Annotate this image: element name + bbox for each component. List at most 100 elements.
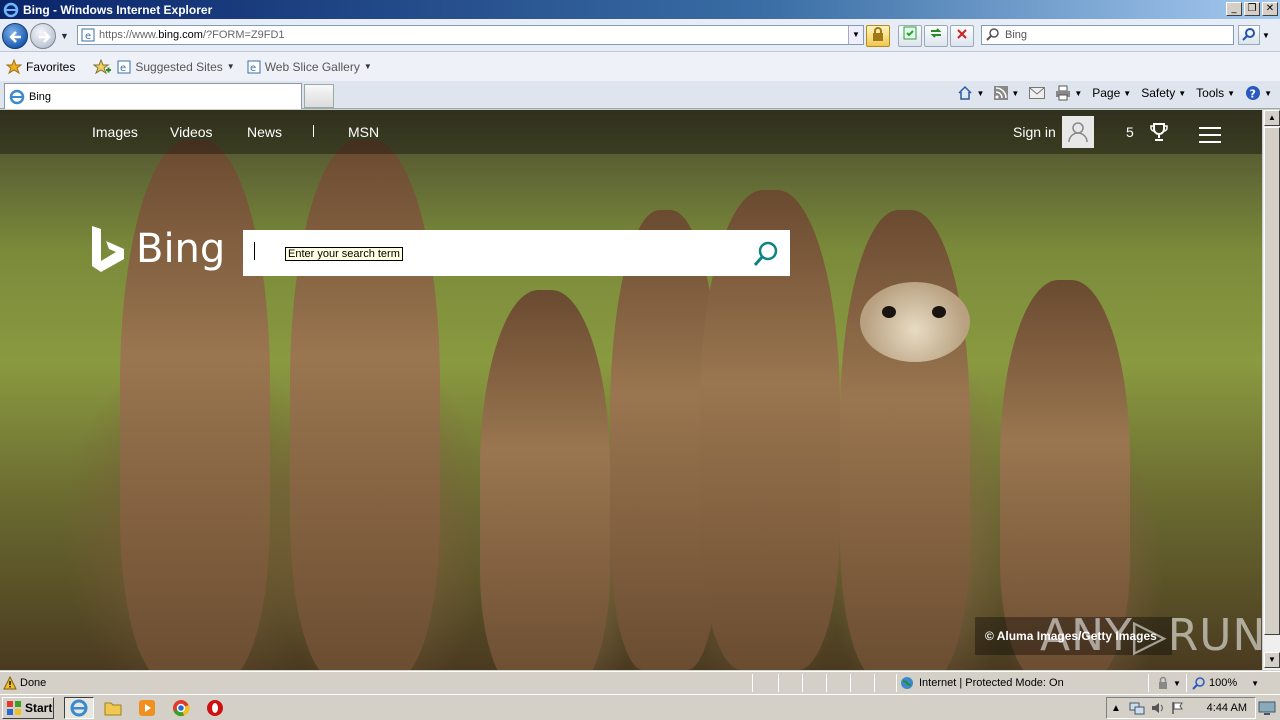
search-options-dropdown-icon[interactable]: ▼	[1262, 31, 1270, 40]
nav-images-link[interactable]: Images	[92, 124, 138, 140]
ie-page-icon: e	[117, 60, 131, 74]
show-hidden-icons-icon[interactable]: ▲	[1111, 703, 1121, 714]
stop-icon	[957, 29, 967, 39]
recent-pages-dropdown-icon[interactable]: ▼	[60, 31, 69, 41]
system-clock[interactable]: 4:44 AM	[1207, 702, 1247, 714]
page-menu-label: Page	[1092, 86, 1121, 100]
system-tray: ▲ 4:44 AM	[1106, 697, 1256, 719]
page-menu[interactable]: Page ▼	[1092, 86, 1131, 100]
trophy-icon[interactable]	[1150, 122, 1168, 142]
status-divider	[874, 674, 875, 692]
chevron-down-icon: ▼	[1011, 88, 1020, 98]
zoom-control[interactable]: 100% ▼	[1192, 676, 1259, 690]
minimize-button[interactable]: _	[1226, 2, 1242, 16]
refresh-button[interactable]	[924, 25, 948, 47]
taskbar-opera-button[interactable]	[200, 697, 230, 719]
zoom-icon	[1192, 677, 1205, 690]
taskbar-media-player-button[interactable]	[132, 697, 162, 719]
add-favorite-icon	[93, 58, 112, 74]
safety-menu[interactable]: Safety ▼	[1141, 86, 1186, 100]
search-icon[interactable]	[752, 240, 780, 268]
tools-menu[interactable]: Tools ▼	[1196, 86, 1235, 100]
nav-msn-link[interactable]: MSN	[348, 124, 379, 140]
scroll-up-button[interactable]: ▲	[1264, 110, 1280, 126]
status-divider	[778, 674, 779, 692]
taskbar-ie-button[interactable]	[64, 697, 94, 719]
globe-icon	[901, 677, 913, 689]
bing-wordmark: Bing	[136, 226, 226, 272]
vertical-scrollbar[interactable]: ▲ ▼	[1262, 110, 1280, 670]
network-icon[interactable]	[1129, 701, 1145, 715]
security-zone-label: Internet | Protected Mode: On	[919, 677, 1064, 689]
tools-menu-label: Tools	[1196, 86, 1225, 100]
home-button[interactable]: ▼	[957, 85, 984, 101]
desktop-icon	[1258, 701, 1276, 715]
add-to-favorites-bar-button[interactable]	[93, 58, 112, 75]
status-divider	[826, 674, 827, 692]
windows-logo-icon	[7, 701, 21, 715]
menu-icon[interactable]	[1199, 127, 1221, 148]
start-button[interactable]: Start	[2, 697, 54, 719]
sign-in-link[interactable]: Sign in	[1013, 124, 1056, 140]
chevron-down-icon: ▼	[1178, 88, 1187, 98]
address-field[interactable]: e https://www.bing.com/?FORM=Z9FD1 ▼	[77, 25, 864, 45]
scroll-thumb[interactable]	[1264, 127, 1280, 635]
status-divider	[1186, 674, 1187, 692]
back-button[interactable]	[2, 23, 28, 49]
action-center-flag-icon[interactable]	[1171, 701, 1185, 715]
meerkat-shape	[120, 140, 270, 670]
web-slice-gallery-button[interactable]: e Web Slice Gallery ▼	[247, 60, 372, 74]
chevron-down-icon: ▼	[363, 62, 372, 71]
mail-icon	[1029, 87, 1046, 99]
print-button[interactable]: ▼	[1055, 85, 1082, 101]
bing-logo[interactable]: Bing	[90, 224, 225, 274]
volume-icon[interactable]	[1151, 701, 1165, 715]
read-mail-button[interactable]	[1029, 87, 1046, 99]
favorites-button[interactable]: Favorites	[6, 58, 75, 75]
help-menu[interactable]: ? ▼	[1245, 85, 1272, 101]
window-title-bar: Bing - Windows Internet Explorer _ ❐ ✕	[0, 0, 1280, 19]
suggested-sites-label: Suggested Sites	[135, 59, 223, 74]
security-report-button[interactable]	[866, 25, 890, 47]
warning-icon	[3, 676, 17, 690]
suggested-sites-button[interactable]: e Suggested Sites ▼	[117, 59, 235, 74]
show-desktop-button[interactable]	[1258, 697, 1278, 719]
page-favicon-icon: e	[81, 28, 95, 42]
address-dropdown-button[interactable]: ▼	[848, 26, 863, 44]
home-icon	[958, 85, 972, 100]
status-bar: Done Internet | Protected Mode: On ▼ 100…	[0, 671, 1280, 694]
search-input[interactable]: Enter your search term	[243, 230, 790, 276]
status-divider	[1148, 674, 1149, 692]
stop-button[interactable]	[950, 25, 974, 47]
feeds-button[interactable]: ▼	[994, 86, 1019, 100]
user-icon	[1068, 122, 1088, 143]
maximize-button[interactable]: ❐	[1244, 2, 1260, 16]
bing-page: Images Videos News MSN Sign in 5 Bing En…	[0, 110, 1262, 670]
taskbar-explorer-button[interactable]	[98, 697, 128, 719]
eye-shape	[932, 306, 946, 318]
window-controls: _ ❐ ✕	[1226, 2, 1278, 16]
security-zone[interactable]: Internet | Protected Mode: On	[900, 676, 1064, 690]
forward-button[interactable]	[30, 23, 56, 49]
tab-bing[interactable]: Bing	[4, 83, 302, 109]
compatibility-icon	[903, 26, 917, 40]
taskbar-chrome-button[interactable]	[166, 697, 196, 719]
search-provider-input[interactable]: Bing	[981, 25, 1234, 45]
command-bar: ▼ ▼ ▼ Page ▼ Safety ▼ Tools ▼ ? ▼	[957, 85, 1272, 101]
search-go-button[interactable]	[1238, 25, 1260, 45]
nav-news-link[interactable]: News	[247, 124, 282, 140]
rewards-count[interactable]: 5	[1126, 124, 1134, 140]
close-button[interactable]: ✕	[1262, 2, 1278, 16]
opera-icon	[207, 700, 223, 716]
media-player-icon	[139, 700, 155, 716]
ie-page-icon	[9, 89, 25, 104]
help-icon: ?	[1246, 86, 1261, 101]
nav-videos-link[interactable]: Videos	[170, 124, 213, 140]
compatibility-view-button[interactable]	[898, 25, 922, 47]
avatar[interactable]	[1062, 116, 1094, 148]
new-tab-button[interactable]	[304, 84, 334, 108]
status-text: Done	[20, 677, 47, 689]
scroll-down-button[interactable]: ▼	[1264, 652, 1280, 668]
protected-mode-button[interactable]: ▼	[1156, 676, 1181, 690]
svg-text:e: e	[85, 31, 91, 42]
